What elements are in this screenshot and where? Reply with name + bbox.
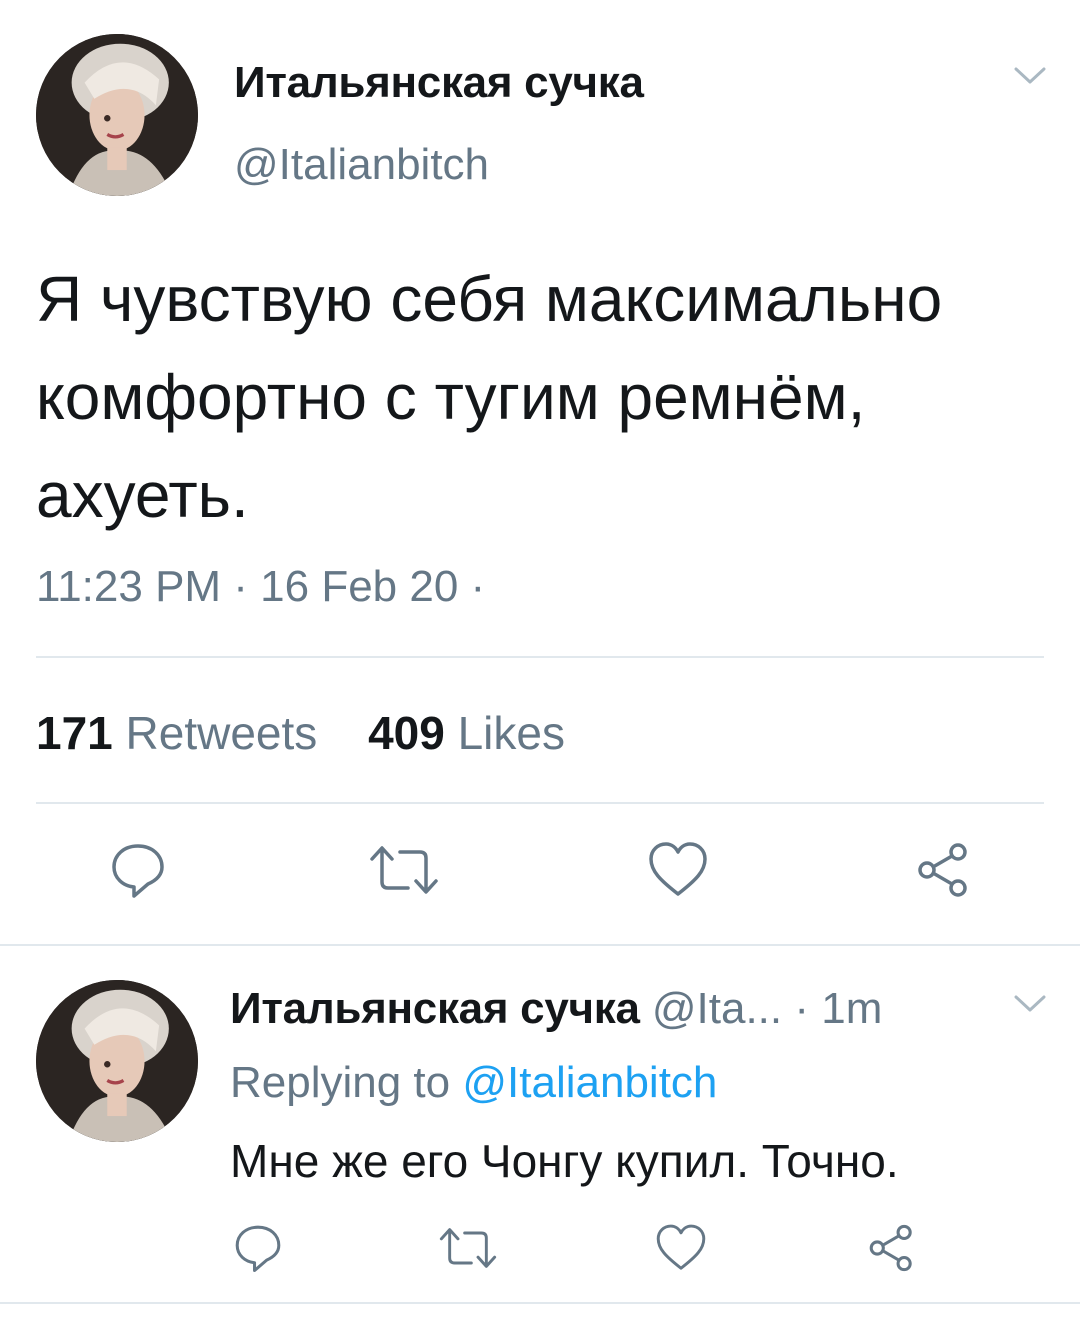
replying-handle-link[interactable]: @Italianbitch (462, 1058, 717, 1107)
share-icon[interactable] (866, 1222, 918, 1274)
divider (0, 1302, 1080, 1304)
chevron-down-icon[interactable] (1012, 992, 1048, 1016)
reply-avatar[interactable] (36, 980, 198, 1142)
tweet-text: Я чувствую себя максимально комфортно с … (36, 263, 943, 531)
profile-photo-icon (36, 980, 198, 1142)
likes-count[interactable]: 409 (368, 707, 445, 759)
display-name[interactable]: Итальянская сучка (234, 58, 644, 108)
reply-text: Мне же его Чонгу купил. Точно. (230, 1135, 899, 1187)
likes-label[interactable]: Likes (458, 707, 565, 759)
retweet-icon[interactable] (368, 840, 440, 900)
like-icon[interactable] (654, 1222, 708, 1274)
retweets-label[interactable]: Retweets (126, 707, 318, 759)
reply-header: Итальянская сучка @Ita... · 1m (230, 984, 882, 1034)
reply-icon[interactable] (232, 1222, 284, 1274)
tweet-actions (0, 840, 1080, 910)
divider (36, 802, 1044, 804)
reply-time[interactable]: · 1m (794, 984, 882, 1033)
reply-display-name[interactable]: Итальянская сучка (230, 984, 640, 1033)
replying-prefix: Replying to (230, 1058, 451, 1107)
reply-actions (0, 1222, 1080, 1282)
share-icon[interactable] (914, 840, 974, 900)
tweet-stats: 171 Retweets 409 Likes (36, 706, 603, 760)
retweets-count[interactable]: 171 (36, 707, 113, 759)
reply-handle[interactable]: @Ita... (652, 984, 782, 1033)
user-handle[interactable]: @Italianbitch (234, 140, 489, 190)
divider (36, 656, 1044, 658)
replying-to: Replying to @Italianbitch (230, 1058, 717, 1108)
main-tweet: Итальянская сучка @Italianbitch Я чувств… (0, 0, 1080, 945)
chevron-down-icon[interactable] (1012, 64, 1048, 88)
like-icon[interactable] (646, 840, 710, 900)
avatar[interactable] (36, 34, 198, 196)
divider (0, 944, 1080, 946)
reply-icon[interactable] (108, 840, 168, 900)
retweet-icon[interactable] (438, 1222, 498, 1274)
timestamp[interactable]: 11:23 PM · 16 Feb 20 · (36, 562, 485, 612)
profile-photo-icon (36, 34, 198, 196)
